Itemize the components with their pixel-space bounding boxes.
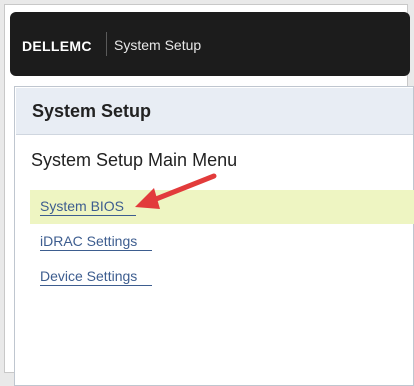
logo-divider [106, 32, 107, 56]
device-settings-underline [40, 285, 152, 286]
top-bar: DELLEMC System Setup [10, 12, 410, 76]
dell-emc-logo: DELLEMC [22, 38, 92, 54]
menu-item-device-settings[interactable]: Device Settings [30, 260, 414, 294]
menu-item-system-bios[interactable]: System BIOS [30, 190, 414, 224]
app-title: System Setup [114, 37, 202, 53]
panel-header: System Setup [16, 88, 413, 135]
idrac-settings-link[interactable]: iDRAC Settings [40, 233, 137, 249]
system-setup-panel: System Setup System Setup Main Menu Syst… [14, 86, 414, 386]
system-bios-underline [40, 215, 136, 216]
menu-item-idrac-settings[interactable]: iDRAC Settings [30, 225, 414, 259]
system-bios-link[interactable]: System BIOS [40, 198, 124, 214]
panel-title: System Setup [32, 101, 152, 121]
menu-title: System Setup Main Menu [31, 150, 238, 170]
device-settings-link[interactable]: Device Settings [40, 268, 137, 284]
idrac-settings-underline [40, 250, 152, 251]
